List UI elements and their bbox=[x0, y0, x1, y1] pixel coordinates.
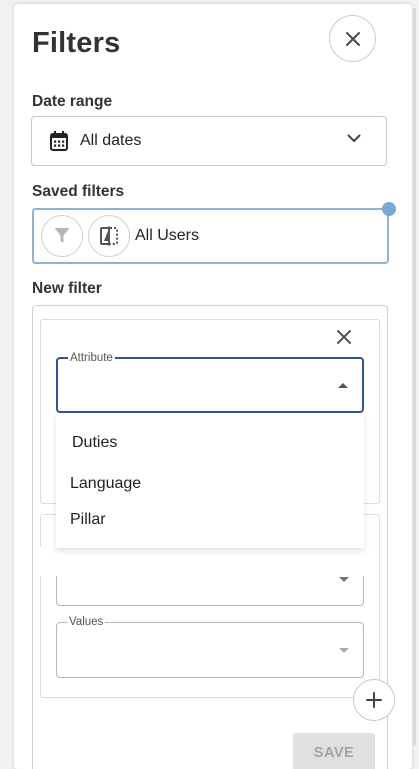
compare-icon bbox=[100, 226, 118, 246]
add-filter-button[interactable] bbox=[353, 679, 395, 721]
caret-down-icon bbox=[339, 577, 349, 582]
new-filter-label: New filter bbox=[32, 280, 102, 297]
chevron-down-icon bbox=[347, 134, 361, 143]
remove-filter-button[interactable] bbox=[335, 328, 353, 346]
caret-down-icon bbox=[339, 648, 349, 653]
saved-filters-box: All Users bbox=[32, 208, 389, 264]
values-select[interactable]: Values bbox=[56, 615, 364, 678]
option-duties[interactable]: Duties bbox=[72, 434, 117, 452]
compare-button[interactable] bbox=[88, 215, 130, 257]
funnel-icon bbox=[54, 228, 70, 243]
calendar-icon bbox=[50, 131, 68, 151]
close-panel-button[interactable] bbox=[329, 15, 376, 62]
option-pillar[interactable]: Pillar bbox=[70, 511, 106, 529]
values-label: Values bbox=[67, 615, 106, 629]
attribute-label: Attribute bbox=[68, 351, 115, 365]
date-range-value: All dates bbox=[80, 132, 142, 149]
attribute-dropdown-menu: Duties Language Pillar bbox=[56, 414, 364, 548]
scrollbar[interactable] bbox=[413, 8, 416, 746]
saved-filter-indicator bbox=[382, 202, 396, 216]
panel-title: Filters bbox=[32, 27, 121, 59]
attribute-select[interactable]: Attribute bbox=[56, 351, 364, 413]
saved-filters-label: Saved filters bbox=[32, 183, 125, 200]
date-range-label: Date range bbox=[32, 93, 113, 110]
plus-icon bbox=[366, 692, 382, 708]
saved-filter-value: All Users bbox=[135, 227, 200, 244]
filter-button[interactable] bbox=[41, 215, 83, 257]
save-button[interactable]: SAVE bbox=[293, 733, 375, 769]
dropdown-overlay bbox=[38, 546, 378, 576]
close-icon bbox=[345, 31, 360, 46]
option-language[interactable]: Language bbox=[70, 475, 141, 493]
close-icon bbox=[337, 330, 351, 344]
caret-up-icon bbox=[338, 383, 348, 388]
date-range-select[interactable]: All dates bbox=[31, 116, 387, 166]
filters-panel: Filters Date range All dates Saved filte… bbox=[14, 4, 412, 769]
